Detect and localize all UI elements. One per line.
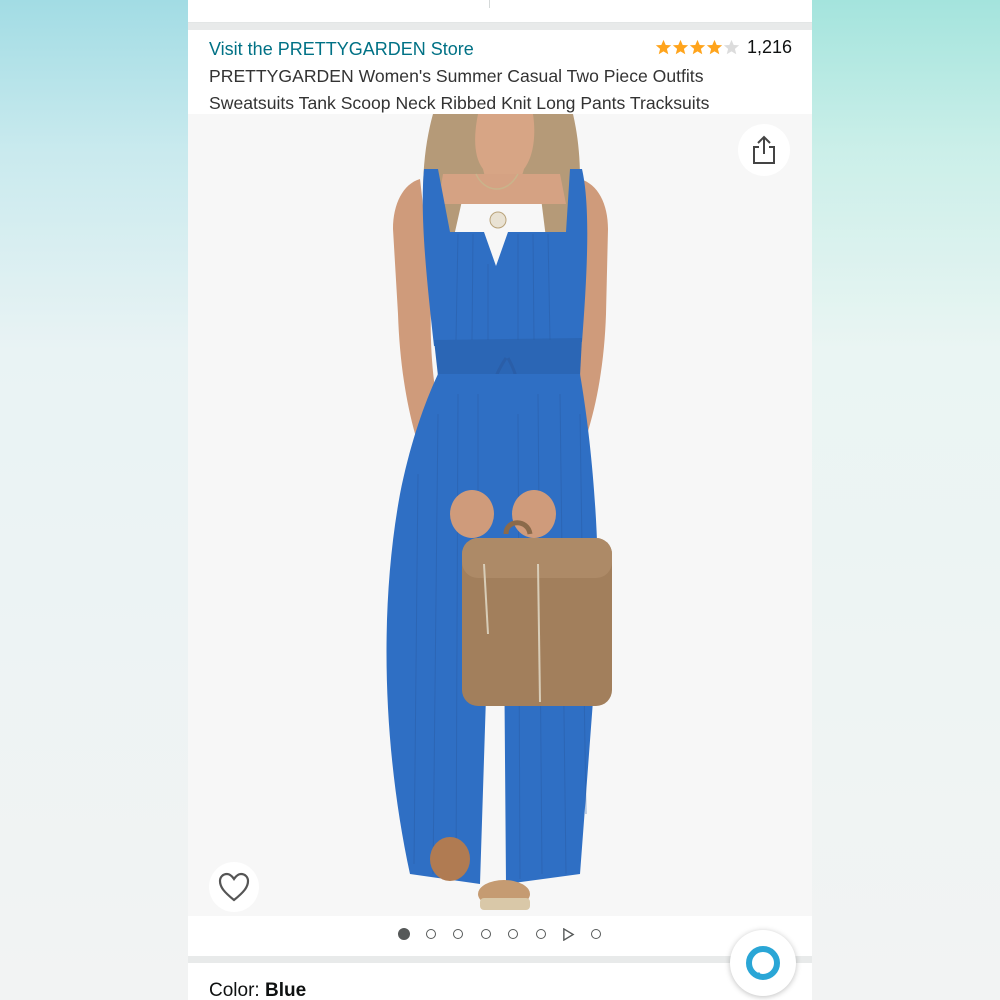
carousel-video-icon[interactable] — [562, 928, 575, 941]
star-full-icon — [706, 39, 723, 55]
star-full-icon — [655, 39, 672, 55]
background-left — [0, 0, 188, 1000]
add-to-list-button[interactable] — [209, 862, 259, 912]
review-count[interactable]: 1,216 — [747, 37, 792, 58]
star-full-icon — [672, 39, 689, 55]
heart-icon — [218, 872, 250, 902]
alexa-icon — [746, 946, 780, 980]
carousel-dot[interactable] — [453, 929, 463, 939]
carousel-dot[interactable] — [535, 929, 546, 939]
carousel-indicator — [188, 916, 812, 956]
carousel-dot[interactable] — [398, 928, 410, 940]
product-page: Visit the PRETTYGARDEN Store 1,216 PRETT… — [188, 0, 812, 1000]
store-link[interactable]: Visit the PRETTYGARDEN Store — [209, 39, 474, 60]
carousel-dot[interactable] — [480, 929, 491, 939]
star-empty-icon — [723, 39, 740, 55]
product-title: PRETTYGARDEN Women's Summer Casual Two P… — [209, 66, 710, 113]
product-header: Visit the PRETTYGARDEN Store 1,216 PRETT… — [188, 30, 812, 114]
section-divider — [188, 23, 812, 30]
carousel-dot[interactable] — [425, 929, 436, 939]
color-selection: Color: Blue — [209, 980, 306, 1000]
product-image-carousel[interactable] — [188, 114, 812, 916]
previous-section — [188, 0, 812, 23]
share-button[interactable] — [738, 124, 790, 176]
product-photo[interactable] — [188, 114, 812, 916]
color-label: Color: — [209, 980, 265, 1000]
share-icon — [753, 135, 775, 164]
star-rating — [655, 39, 740, 56]
section-divider — [188, 956, 812, 963]
star-full-icon — [689, 39, 706, 55]
alexa-button[interactable] — [730, 930, 796, 996]
background-right — [812, 0, 1000, 1000]
rating-summary[interactable]: 1,216 — [655, 37, 792, 58]
carousel-dot[interactable] — [590, 929, 601, 939]
carousel-dot[interactable] — [508, 929, 518, 939]
color-value: Blue — [264, 980, 307, 1000]
